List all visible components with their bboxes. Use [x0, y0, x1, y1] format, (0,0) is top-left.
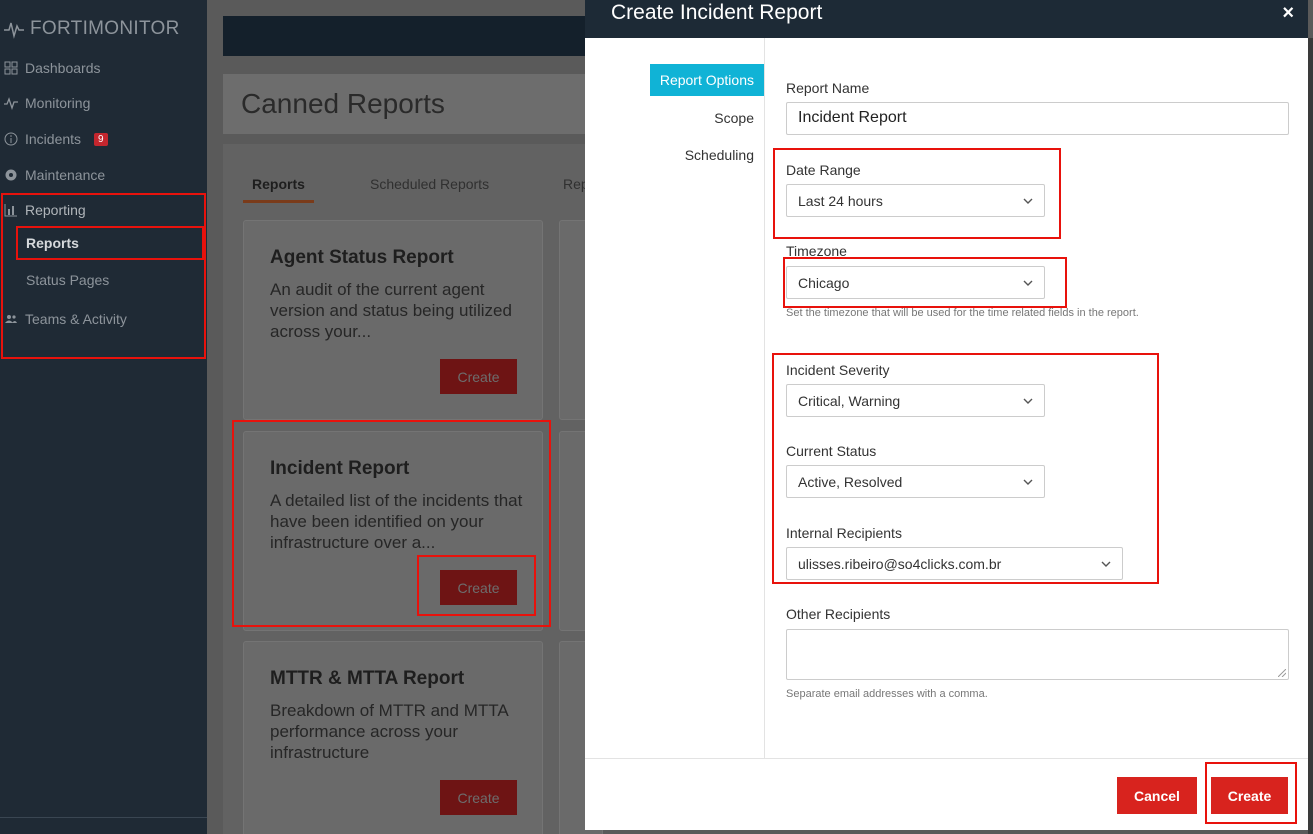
modal-side-nav: Report Options Scope Scheduling	[585, 38, 765, 758]
card-title: Agent Status Report	[270, 247, 454, 268]
other-recipients-label: Other Recipients	[786, 606, 891, 622]
select-value: ulisses.ribeiro@so4clicks.com.br	[798, 555, 1002, 572]
page-edge	[1308, 38, 1313, 834]
modal-header: Create Incident Report ×	[585, 0, 1308, 38]
sidebar-divider	[0, 817, 207, 818]
chevron-down-icon	[1023, 198, 1033, 204]
select-value: Critical, Warning	[798, 392, 901, 409]
timezone-select[interactable]: Chicago	[786, 266, 1045, 299]
nav-label: Reporting	[25, 202, 86, 218]
resize-handle-icon[interactable]	[1278, 669, 1286, 677]
gear-icon	[4, 168, 18, 182]
nav-label: Teams & Activity	[25, 311, 127, 327]
card-title: MTTR & MTTA Report	[270, 668, 465, 689]
severity-label: Incident Severity	[786, 362, 890, 378]
card-title: Incident Report	[270, 458, 410, 479]
report-card-agent-status: Agent Status Report An audit of the curr…	[243, 220, 543, 420]
select-value: Active, Resolved	[798, 473, 903, 490]
info-circle-icon	[4, 132, 18, 146]
report-name-input[interactable]: Incident Report	[786, 102, 1289, 135]
footer-divider	[585, 758, 1308, 759]
create-button[interactable]: Create	[1211, 777, 1288, 814]
internal-recipients-label: Internal Recipients	[786, 525, 902, 541]
timezone-help: Set the timezone that will be used for t…	[786, 307, 1139, 319]
content-card: Reports Scheduled Reports Rep Agent Stat…	[223, 144, 603, 834]
title-card: Canned Reports	[223, 74, 603, 134]
create-incident-report-button[interactable]: Create	[440, 570, 517, 605]
sub-item-status-pages[interactable]: Status Pages	[26, 272, 109, 288]
users-icon	[4, 312, 18, 326]
chevron-down-icon	[1101, 561, 1111, 567]
chevron-down-icon	[1023, 479, 1033, 485]
nav-reporting[interactable]: Reporting	[4, 202, 86, 218]
select-value: Chicago	[798, 274, 850, 291]
nav-maintenance[interactable]: Maintenance	[4, 167, 105, 183]
date-range-label: Date Range	[786, 162, 861, 178]
modal-title: Create Incident Report	[611, 1, 823, 24]
nav-teams-activity[interactable]: Teams & Activity	[4, 311, 127, 327]
sidebar: FORTIMONITOR Dashboards Monitoring Incid…	[0, 0, 207, 834]
chevron-down-icon	[1023, 280, 1033, 286]
nav-monitoring[interactable]: Monitoring	[4, 95, 90, 111]
tab-scheduling[interactable]: Scheduling	[685, 147, 754, 163]
create-incident-report-modal: Create Incident Report × Report Options …	[585, 0, 1308, 830]
nav-label: Dashboards	[25, 60, 101, 76]
card-description: An audit of the current agent version an…	[270, 280, 512, 341]
tab-scheduled-reports[interactable]: Scheduled Reports	[370, 176, 489, 192]
tab-reports[interactable]: Reports	[252, 176, 305, 192]
active-tab-indicator	[243, 200, 314, 203]
pulse-logo-icon	[4, 22, 24, 39]
report-card-incident: Incident Report A detailed list of the i…	[243, 431, 543, 631]
top-bar	[223, 16, 603, 56]
bar-chart-icon	[4, 203, 18, 217]
create-agent-status-button[interactable]: Create	[440, 359, 517, 394]
nav-label: Maintenance	[25, 167, 106, 183]
incident-count-badge: 9	[94, 132, 108, 146]
report-card-mttr: MTTR & MTTA Report Breakdown of MTTR and…	[243, 641, 543, 834]
status-label: Current Status	[786, 443, 877, 459]
close-icon[interactable]: ×	[1282, 2, 1294, 25]
app-logo[interactable]: FORTIMONITOR	[4, 18, 180, 40]
nav-label: Incidents	[25, 131, 82, 147]
nav-incidents[interactable]: Incidents 9	[4, 131, 108, 147]
chevron-down-icon	[1023, 398, 1033, 404]
status-select[interactable]: Active, Resolved	[786, 465, 1045, 498]
page-title: Canned Reports	[241, 88, 445, 119]
card-description: Breakdown of MTTR and MTTA performance a…	[270, 701, 508, 762]
date-range-select[interactable]: Last 24 hours	[786, 184, 1045, 217]
tab-report-options[interactable]: Report Options	[649, 64, 764, 96]
create-mttr-button[interactable]: Create	[440, 780, 517, 815]
cancel-button[interactable]: Cancel	[1117, 777, 1197, 814]
nav-label: Monitoring	[25, 95, 91, 111]
internal-recipients-select[interactable]: ulisses.ribeiro@so4clicks.com.br	[786, 547, 1123, 580]
pulse-icon	[4, 96, 18, 110]
report-name-label: Report Name	[786, 80, 870, 96]
app-name: FORTIMONITOR	[30, 18, 180, 39]
sub-item-reports[interactable]: Reports	[26, 235, 79, 251]
timezone-label: Timezone	[786, 243, 847, 259]
severity-select[interactable]: Critical, Warning	[786, 384, 1045, 417]
tab-scope[interactable]: Scope	[714, 110, 754, 126]
nav-dashboards[interactable]: Dashboards	[4, 60, 101, 76]
card-description: A detailed list of the incidents that ha…	[270, 491, 523, 552]
select-value: Last 24 hours	[798, 192, 883, 209]
other-recipients-help: Separate email addresses with a comma.	[786, 688, 988, 700]
grid-icon	[4, 61, 18, 75]
other-recipients-textarea[interactable]	[786, 629, 1289, 680]
